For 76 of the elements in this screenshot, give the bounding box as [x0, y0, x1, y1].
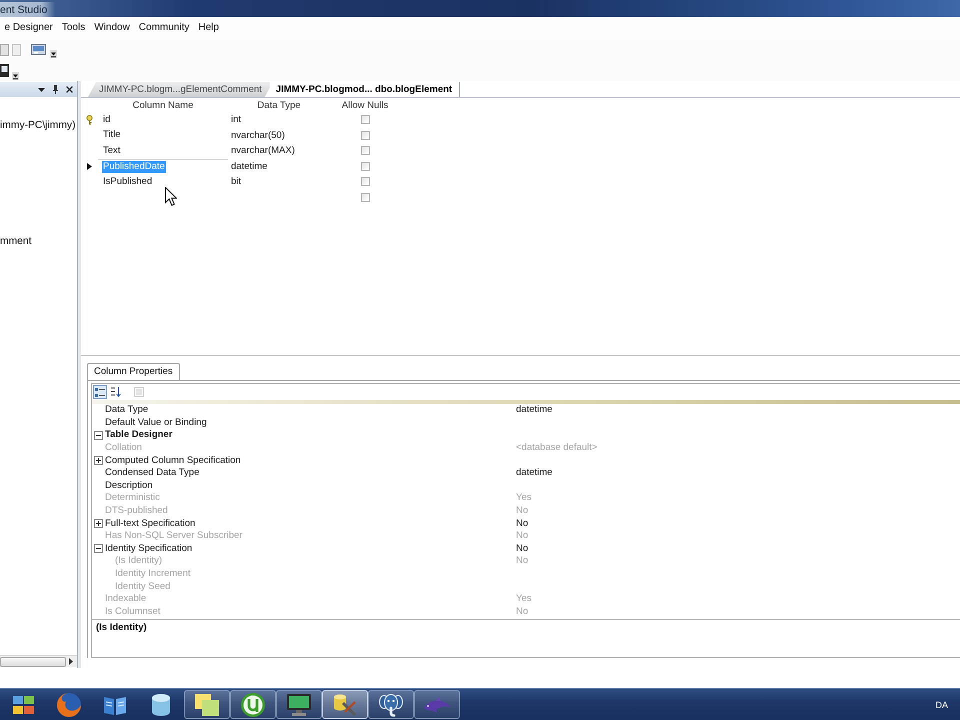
checkbox[interactable]	[360, 130, 370, 140]
table-cell[interactable]: Title	[102, 129, 122, 142]
property-name[interactable]: Identity Specification	[105, 542, 192, 555]
taskbar-button[interactable]	[184, 690, 230, 719]
screen-icon[interactable]	[0, 64, 9, 77]
table-cell[interactable]: IsPublished	[102, 176, 154, 188]
language-indicator[interactable]: DA	[935, 700, 948, 710]
tools-icon	[333, 692, 357, 716]
table-cell[interactable]: Text	[102, 144, 122, 157]
sort-icon	[111, 387, 121, 397]
sticky-notes-icon	[195, 694, 219, 716]
tree-item[interactable]: immy-PC\jimmy)	[0, 119, 76, 133]
category-name[interactable]: Table Designer	[105, 429, 172, 442]
taskbar-button[interactable]	[230, 690, 276, 719]
column-header[interactable]: Allow Nulls	[342, 100, 388, 110]
property-pages-icon	[134, 387, 144, 397]
menu-item[interactable]: e Designer	[0, 19, 58, 37]
collapse-icon[interactable]	[94, 544, 103, 554]
document-tab[interactable]: JIMMY-PC.blogm...gElementComment	[88, 82, 270, 97]
table-cell[interactable]: bit	[231, 176, 242, 188]
column-header[interactable]: Column Name	[132, 100, 194, 110]
monitor-icon	[287, 694, 311, 716]
menu-item[interactable]: Community	[134, 19, 194, 37]
table-cell[interactable]: nvarchar(MAX)	[231, 145, 295, 156]
toolbar-button[interactable]	[109, 385, 123, 399]
checkbox[interactable]	[360, 146, 370, 156]
menu-item[interactable]: Tools	[57, 19, 90, 37]
table-cell[interactable]: nvarchar(50)	[231, 130, 285, 141]
table-cell[interactable]: id	[102, 114, 112, 126]
taskbar-button[interactable]	[276, 690, 322, 719]
properties-tab[interactable]: Column Properties	[87, 363, 180, 380]
pin-icon[interactable]	[53, 85, 58, 94]
taskbar-button[interactable]	[368, 690, 414, 719]
dropdown-icon[interactable]	[38, 88, 45, 92]
close-icon[interactable]	[66, 86, 73, 93]
property-name[interactable]: Condensed Data Type	[105, 467, 200, 480]
categorized-icon	[95, 388, 105, 396]
property-name[interactable]: Description	[105, 480, 153, 492]
collapse-icon[interactable]	[94, 430, 103, 440]
expand-icon[interactable]	[94, 519, 103, 528]
description-title: (Is Identity)	[96, 622, 147, 634]
checkbox[interactable]	[360, 115, 370, 124]
document-tab[interactable]: JIMMY-PC.blogmod... dbo.blogElement	[264, 82, 460, 97]
checkbox[interactable]	[360, 162, 370, 171]
checkbox[interactable]	[360, 177, 370, 186]
property-name[interactable]: Data Type	[105, 404, 148, 416]
dolphin-icon	[423, 696, 451, 712]
mouse-pointer-icon	[165, 187, 177, 206]
property-value[interactable]: No	[516, 542, 528, 555]
table-cell[interactable]: int	[231, 114, 242, 126]
book-icon	[104, 694, 126, 714]
table-cell[interactable]: datetime	[231, 160, 268, 172]
taskbar-button[interactable]	[322, 690, 368, 719]
property-value[interactable]: No	[516, 518, 528, 530]
menu-item[interactable]: Window	[90, 19, 134, 37]
checkbox[interactable]	[360, 192, 370, 202]
scroll-right-icon[interactable]	[69, 658, 73, 665]
app-icon	[12, 696, 34, 714]
dropdown-arrow-icon[interactable]	[50, 50, 57, 58]
horizontal-scrollbar[interactable]	[0, 655, 77, 667]
property-name[interactable]: Full-text Specification	[105, 518, 196, 530]
circle-logo-icon	[241, 692, 265, 716]
toolbar-button[interactable]	[93, 385, 107, 399]
globe-icon	[57, 692, 81, 716]
tree-item[interactable]: mment	[0, 235, 32, 249]
property-value[interactable]: datetime	[516, 404, 552, 416]
dropdown-arrow-icon[interactable]	[12, 72, 19, 80]
expand-icon[interactable]	[94, 456, 103, 466]
property-name[interactable]: Default Value or Binding	[105, 416, 207, 429]
property-name[interactable]: Computed Column Specification	[105, 454, 241, 467]
property-value[interactable]: datetime	[516, 467, 552, 480]
column-header[interactable]: Data Type	[257, 100, 301, 110]
menu-item[interactable]: Help	[194, 19, 224, 37]
scrollbar-thumb[interactable]	[0, 656, 66, 666]
elephant-icon	[379, 692, 403, 716]
database-icon	[152, 694, 170, 716]
